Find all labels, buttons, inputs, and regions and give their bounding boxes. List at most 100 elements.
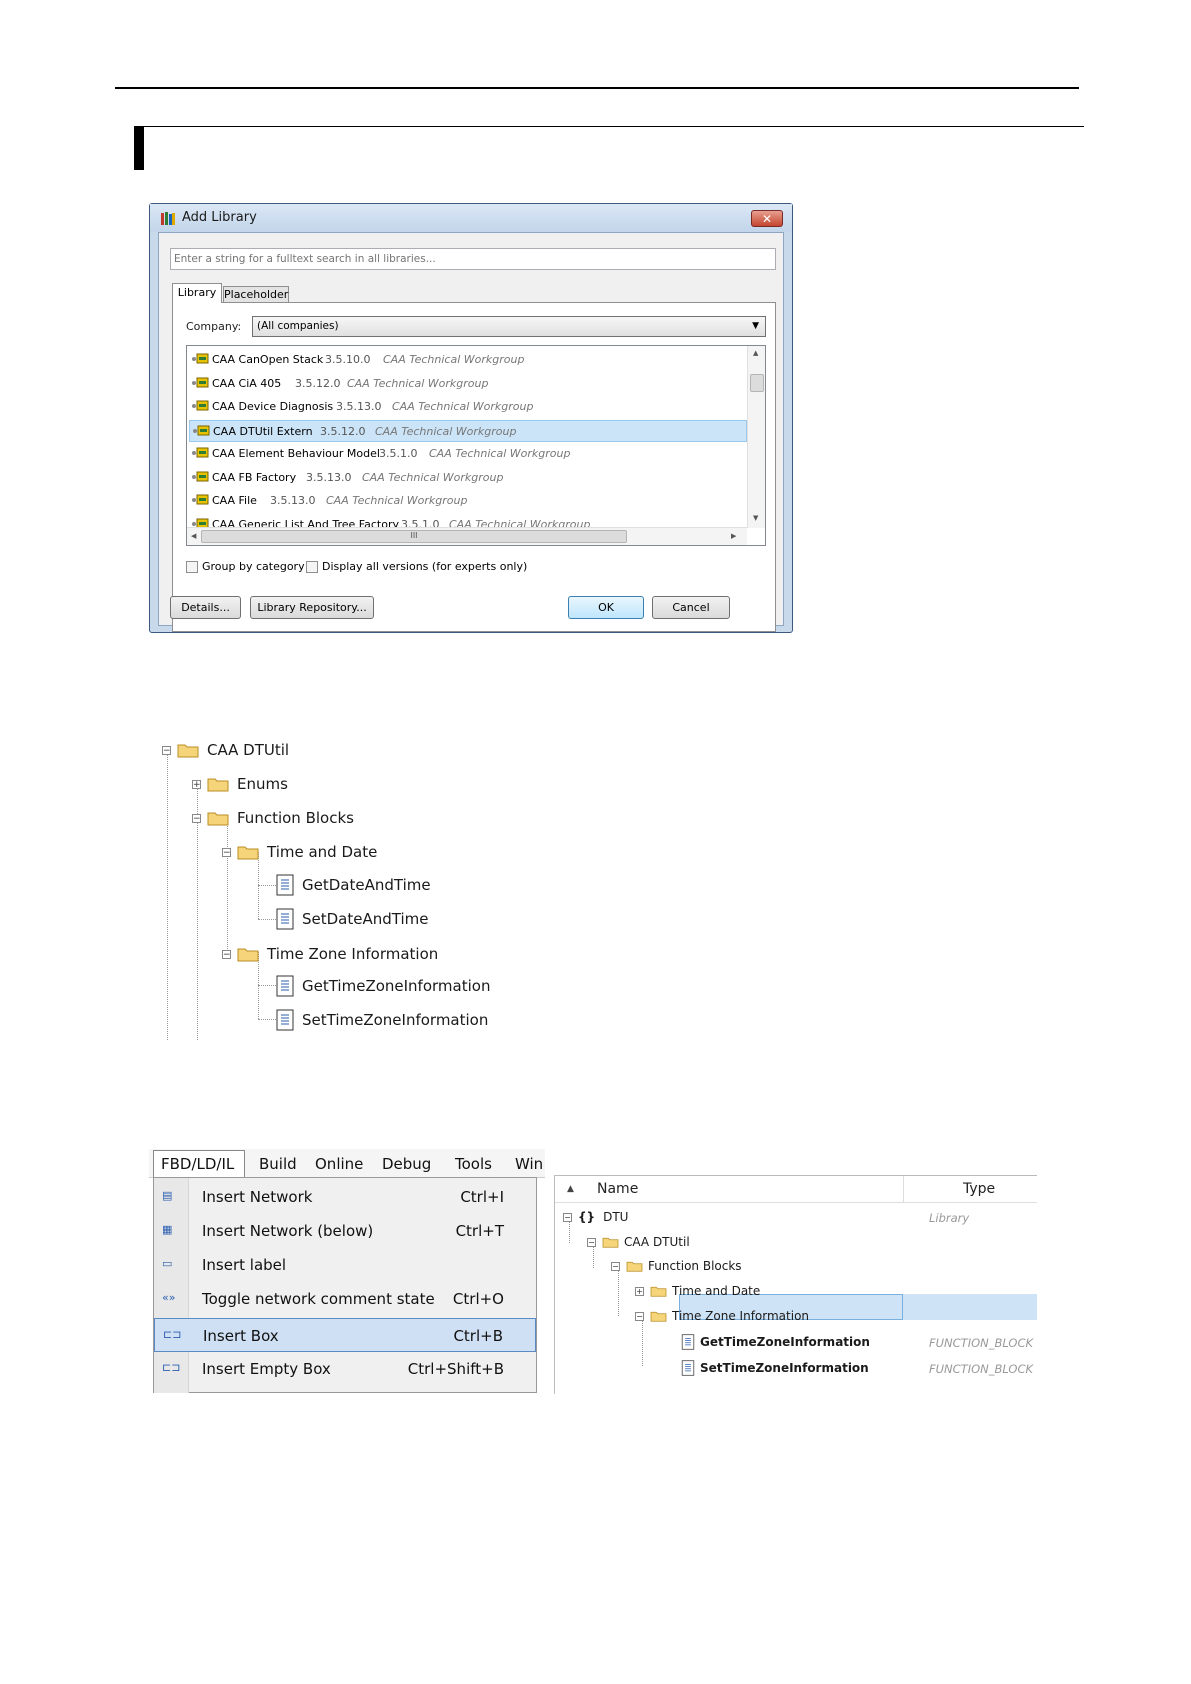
insert-network-below-icon: ▦ (162, 1223, 173, 1236)
collapse-icon[interactable]: − (192, 813, 201, 823)
menu-item-toggle-network-comment-state[interactable]: «» Toggle network comment state Ctrl+O (154, 1282, 536, 1316)
library-company: CAA Technical Workgroup (375, 424, 517, 438)
group-by-category-checkbox[interactable] (186, 560, 198, 573)
library-row[interactable]: CAA Element Behaviour Model 3.5.1.0 CAA Te… (189, 443, 747, 465)
tree-node-dtu[interactable]: − {} DTU (563, 1210, 628, 1224)
tab-placeholder[interactable]: Placeholder (223, 286, 289, 303)
menu-debug[interactable]: Debug (382, 1155, 431, 1173)
menu-item-insert-network[interactable]: ▤ Insert Network Ctrl+I (154, 1180, 536, 1214)
tab-library[interactable]: Library (172, 283, 222, 303)
function-block-icon (681, 1334, 695, 1350)
collapse-icon[interactable]: − (611, 1261, 620, 1271)
tree-label: GetTimeZoneInformation (302, 977, 491, 995)
expand-icon[interactable]: + (635, 1286, 644, 1296)
library-row[interactable]: CAA File 3.5.13.0 CAA Technical Workgroup (189, 490, 747, 512)
tree-label: CAA DTUtil (624, 1235, 690, 1249)
scroll-up-icon[interactable]: ▲ (753, 349, 758, 357)
menu-bar: FBD/LD/IL Build Online Debug Tools Win (149, 1149, 545, 1178)
vertical-scroll-thumb[interactable] (750, 374, 764, 392)
library-package-icon (192, 471, 209, 481)
menu-window[interactable]: Win (515, 1155, 543, 1173)
tree-node-set-time-zone-information[interactable]: SetTimeZoneInformation (681, 1360, 869, 1376)
fulltext-search-input[interactable] (170, 248, 776, 270)
library-list[interactable]: CAA CanOpen Stack 3.5.10.0 CAA Technical W… (186, 345, 766, 546)
menu-online[interactable]: Online (315, 1155, 363, 1173)
type-cell: Library (929, 1211, 970, 1225)
folder-icon (207, 778, 229, 792)
column-name[interactable]: Name (597, 1181, 638, 1197)
vertical-scrollbar[interactable]: ▲ ▼ (747, 346, 765, 528)
cancel-button[interactable]: Cancel (652, 596, 730, 619)
tree-node-set-date-and-time[interactable]: SetDateAndTime (276, 908, 428, 930)
menu-build[interactable]: Build (259, 1155, 297, 1173)
library-row[interactable]: CAA CiA 405 3.5.12.0 CAA Technical Workgro… (189, 373, 747, 395)
details-button[interactable]: Details... (170, 596, 241, 619)
library-row[interactable]: CAA Device Diagnosis 3.5.13.0 CAA Technica… (189, 396, 747, 418)
library-package-icon (192, 400, 209, 411)
menu-item-insert-network-below[interactable]: ▦ Insert Network (below) Ctrl+T (154, 1214, 536, 1248)
scroll-down-icon[interactable]: ▼ (753, 514, 758, 522)
tree-node-caa-dtutil[interactable]: − CAA DTUtil (587, 1235, 690, 1249)
tree-node-get-date-and-time[interactable]: GetDateAndTime (276, 874, 431, 896)
menu-item-insert-label[interactable]: ▭ Insert label (154, 1248, 536, 1282)
collapse-icon[interactable]: − (222, 949, 231, 959)
tree-node-time-and-date[interactable]: + Time and Date (635, 1284, 760, 1298)
menu-tools[interactable]: Tools (455, 1155, 492, 1173)
company-dropdown[interactable]: (All companies) ▼ (252, 316, 766, 337)
selected-row-type-highlight (903, 1294, 1037, 1320)
tree-node-function-blocks[interactable]: − Function Blocks (192, 809, 354, 827)
library-company: CAA Technical Workgroup (347, 376, 489, 390)
menu-fbd-ld-il[interactable]: FBD/LD/IL (161, 1155, 234, 1173)
column-type[interactable]: Type (963, 1181, 995, 1197)
tree-label: SetDateAndTime (302, 910, 429, 928)
fbd-menu-screenshot: FBD/LD/IL Build Online Debug Tools Win ▤… (149, 1149, 545, 1393)
menu-item-label: Insert Box (203, 1327, 279, 1345)
tree-node-time-and-date[interactable]: − Time and Date (222, 843, 377, 861)
column-separator[interactable] (903, 1176, 904, 1202)
tree-node-time-zone-information[interactable]: − Time Zone Information (635, 1309, 809, 1323)
library-repository-button[interactable]: Library Repository... (250, 596, 374, 619)
tree-node-get-time-zone-information[interactable]: GetTimeZoneInformation (681, 1334, 870, 1350)
tree-label: GetTimeZoneInformation (700, 1335, 870, 1349)
tree-node-enums[interactable]: + Enums (192, 775, 288, 793)
close-button[interactable]: ✕ (751, 210, 783, 227)
tree-label: Function Blocks (237, 809, 354, 827)
tree-node-time-zone-information[interactable]: − Time Zone Information (222, 945, 438, 963)
folder-icon (177, 744, 199, 758)
library-package-icon (192, 377, 209, 387)
collapse-icon[interactable]: − (222, 847, 231, 857)
scroll-left-icon[interactable]: ◀ (191, 532, 196, 540)
library-row[interactable]: CAA FB Factory 3.5.13.0 CAA Technical Work… (189, 467, 747, 489)
library-package-icon (192, 353, 209, 364)
collapse-icon[interactable]: − (635, 1311, 644, 1321)
library-name: CAA Device Diagnosis (212, 400, 334, 413)
scroll-right-icon[interactable]: ▶ (731, 532, 736, 540)
menu-dropdown: ▤ Insert Network Ctrl+I ▦ Insert Network (be… (153, 1177, 537, 1393)
library-row[interactable]: CAA CanOpen Stack 3.5.10.0 CAA Technical W… (189, 349, 747, 371)
horizontal-scrollbar[interactable]: ◀ III ▶ (187, 527, 747, 545)
type-cell: FUNCTION_BLOCK (929, 1362, 1034, 1376)
collapse-icon[interactable]: − (162, 745, 171, 755)
tree-node-get-time-zone-information[interactable]: GetTimeZoneInformation (276, 975, 490, 997)
group-by-category-option[interactable]: Group by category (186, 560, 305, 573)
menu-item-insert-empty-box[interactable]: ⊏⊐ Insert Empty Box Ctrl+Shift+B (154, 1352, 536, 1386)
display-all-versions-option[interactable]: Display all versions (for experts only) (306, 560, 527, 573)
dialog-titlebar: Add Library ✕ (150, 204, 792, 232)
tree-node-caa-dtutil[interactable]: − CAA DTUtil (162, 741, 289, 759)
folder-icon (602, 1237, 619, 1248)
sort-ascending-icon[interactable]: ▲ (567, 1184, 574, 1194)
ok-button[interactable]: OK (568, 596, 644, 619)
library-row[interactable]: CAA DTUtil Extern 3.5.12.0 CAA Technical W… (189, 419, 747, 442)
expand-icon[interactable]: + (192, 779, 201, 789)
library-company: CAA Technical Workgroup (429, 447, 571, 460)
menu-item-insert-box[interactable]: ⊏⊐ Insert Box Ctrl+B (154, 1318, 536, 1352)
horizontal-scroll-thumb[interactable]: III (201, 530, 627, 543)
display-all-versions-checkbox[interactable] (306, 560, 318, 573)
library-company: CAA Technical Workgroup (362, 470, 504, 484)
group-by-category-label: Group by category (202, 560, 305, 573)
collapse-icon[interactable]: − (563, 1212, 572, 1222)
tree-label: Enums (237, 775, 288, 793)
tree-node-set-time-zone-information[interactable]: SetTimeZoneInformation (276, 1009, 488, 1031)
collapse-icon[interactable]: − (587, 1237, 596, 1247)
tree-node-function-blocks[interactable]: − Function Blocks (611, 1259, 742, 1273)
